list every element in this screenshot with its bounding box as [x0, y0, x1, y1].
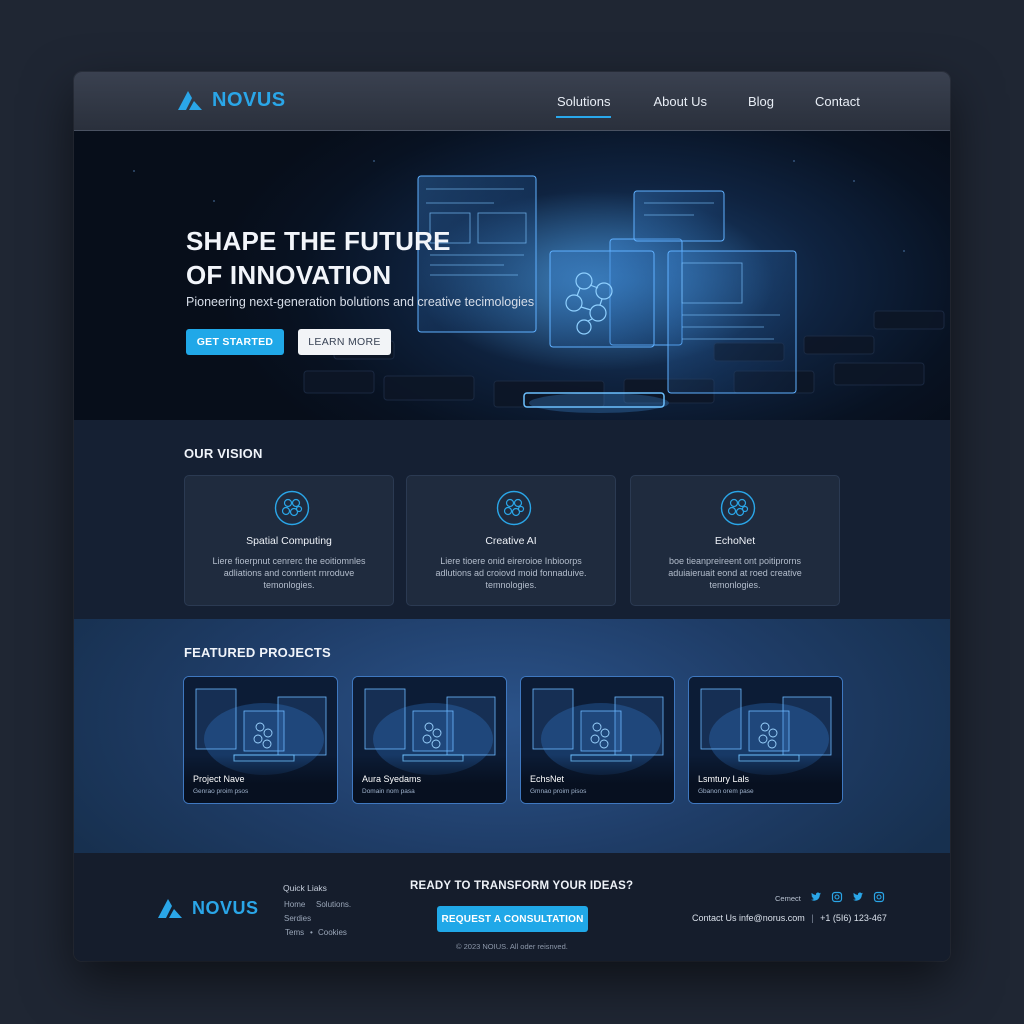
contact-email[interactable]: infe@norus.com: [739, 913, 805, 923]
vision-card-desc-line: Liere tioere onid eireroioe Inbioorps: [440, 556, 582, 566]
footer-link-cookies[interactable]: Cookies: [318, 928, 347, 937]
vision-card-description: Liere fioerpnut cenrerc the eoitiomnles …: [207, 555, 371, 591]
hero-section: SHAPE THE FUTURE OF INNOVATION Pioneerin…: [74, 131, 950, 420]
project-card[interactable]: Aura Syedams Domain nom pasa: [352, 676, 507, 804]
vision-card-description: boe tieanpreireent ont poitiprorns aduia…: [653, 555, 817, 591]
nav-solutions[interactable]: Solutions: [555, 94, 612, 118]
get-started-button[interactable]: GET STARTED: [186, 329, 284, 355]
brand-name: NOVUS: [192, 897, 259, 918]
vision-card-desc-line: temonlogies.: [709, 580, 761, 590]
project-card-title: Lsmtury Lals: [698, 774, 750, 784]
cta-heading: READY TO TRANSFORM YOUR IDEAS?: [410, 880, 634, 892]
contact-separator: |: [811, 913, 814, 923]
project-card-title: Project Nave: [193, 774, 245, 784]
vision-card-echonet: EchoNet boe tieanpreireent ont poitipror…: [630, 475, 840, 606]
vision-title: OUR VISION: [184, 446, 263, 461]
project-card[interactable]: EchsNet Gmnao proim pisos: [520, 676, 675, 804]
logo-mark-icon: [158, 899, 182, 918]
connect-label: Cemect: [775, 894, 801, 903]
top-nav: NOVUS Solutions About Us Blog Contact: [74, 72, 950, 131]
footer-link-terms[interactable]: Tems: [285, 928, 304, 937]
footer-link-bullet: •: [310, 928, 313, 937]
project-card-subtitle: Genrao proim psos: [193, 788, 249, 795]
hero-title: SHAPE THE FUTURE OF INNOVATION: [186, 224, 451, 292]
vision-card-desc-line: adliations and conrtient rnroduve: [223, 568, 355, 578]
quick-links-title: Quick Liaks: [283, 883, 327, 893]
vision-card-desc-line: adlutions ad croiovd moid fonnaduive.: [435, 568, 587, 578]
site-footer: NOVUS Quick Liaks Home Solutions. Serdie…: [74, 853, 950, 961]
vision-card-desc-line: temnologies.: [485, 580, 537, 590]
header-logo[interactable]: NOVUS: [176, 88, 286, 112]
logo-mark-icon: [178, 91, 202, 110]
instagram-icon[interactable]: [831, 891, 843, 903]
project-card[interactable]: Lsmtury Lals Gbanon orem pase: [688, 676, 843, 804]
featured-projects-section: FEATURED PROJECTS Project Nave Genrao pr…: [74, 619, 950, 853]
nav-links: Solutions About Us Blog Contact: [555, 94, 860, 118]
project-card-title: EchsNet: [530, 774, 565, 784]
contact-label: Contact Us: [692, 913, 737, 923]
vision-card-desc-line: Liere fioerpnut cenrerc the eoitiomnles: [212, 556, 366, 566]
footer-link-solutions[interactable]: Solutions.: [316, 900, 351, 909]
nav-blog[interactable]: Blog: [748, 94, 774, 109]
vision-card-title: EchoNet: [714, 535, 756, 547]
vision-card-title: Spatial Computing: [246, 535, 332, 547]
project-card-subtitle: Domain nom pasa: [362, 788, 415, 795]
learn-more-button[interactable]: LEARN MORE: [298, 329, 391, 355]
vision-card-creative-ai: Creative AI Liere tioere onid eireroioe …: [406, 475, 616, 606]
site-frame: NOVUS Solutions About Us Blog Contact SH…: [74, 72, 950, 961]
contact-line: Contact Us infe@norus.com | +1 (5I6) 123…: [692, 913, 887, 923]
twitter-icon[interactable]: [852, 891, 864, 903]
hero-title-line-1: SHAPE THE FUTURE: [186, 226, 451, 256]
hero-subtitle: Pioneering next-generation bolutions and…: [186, 295, 535, 309]
request-consultation-button[interactable]: REQUEST A CONSULTATION: [437, 906, 588, 932]
footer-logo[interactable]: NOVUS: [156, 896, 259, 920]
vision-card-spatial-computing: Spatial Computing Liere fioerpnut cenrer…: [184, 475, 394, 606]
vision-card-desc-line: temonlogies.: [263, 580, 315, 590]
network-icon: [720, 490, 756, 526]
contact-phone[interactable]: +1 (5I6) 123-467: [820, 913, 887, 923]
brand-name: NOVUS: [212, 88, 286, 111]
network-icon: [496, 490, 532, 526]
vision-section: OUR VISION Spatial Computing Liere fioer…: [74, 420, 950, 619]
project-card-title: Aura Syedams: [362, 774, 422, 784]
vision-card-description: Liere tioere onid eireroioe Inbioorps ad…: [429, 555, 593, 591]
copyright-text: © 2023 NOIUS. All oder reisnved.: [456, 942, 568, 951]
vision-card-desc-line: boe tieanpreireent ont poitiprorns: [668, 556, 802, 566]
projects-title: FEATURED PROJECTS: [184, 645, 331, 660]
hero-title-line-2: OF INNOVATION: [186, 260, 392, 290]
instagram-icon[interactable]: [873, 891, 885, 903]
network-icon: [274, 490, 310, 526]
project-card-subtitle: Gbanon orem pase: [698, 788, 754, 795]
footer-link-home[interactable]: Home: [284, 900, 305, 909]
vision-card-title: Creative AI: [485, 535, 537, 547]
footer-link-services[interactable]: Serdies: [284, 914, 311, 923]
nav-contact[interactable]: Contact: [815, 94, 860, 109]
vision-card-desc-line: aduiaieruait eond at roed creative: [668, 568, 802, 578]
nav-about-us[interactable]: About Us: [653, 94, 706, 109]
project-card-subtitle: Gmnao proim pisos: [530, 788, 587, 795]
twitter-icon[interactable]: [810, 891, 822, 903]
project-card[interactable]: Project Nave Genrao proim psos: [183, 676, 338, 804]
